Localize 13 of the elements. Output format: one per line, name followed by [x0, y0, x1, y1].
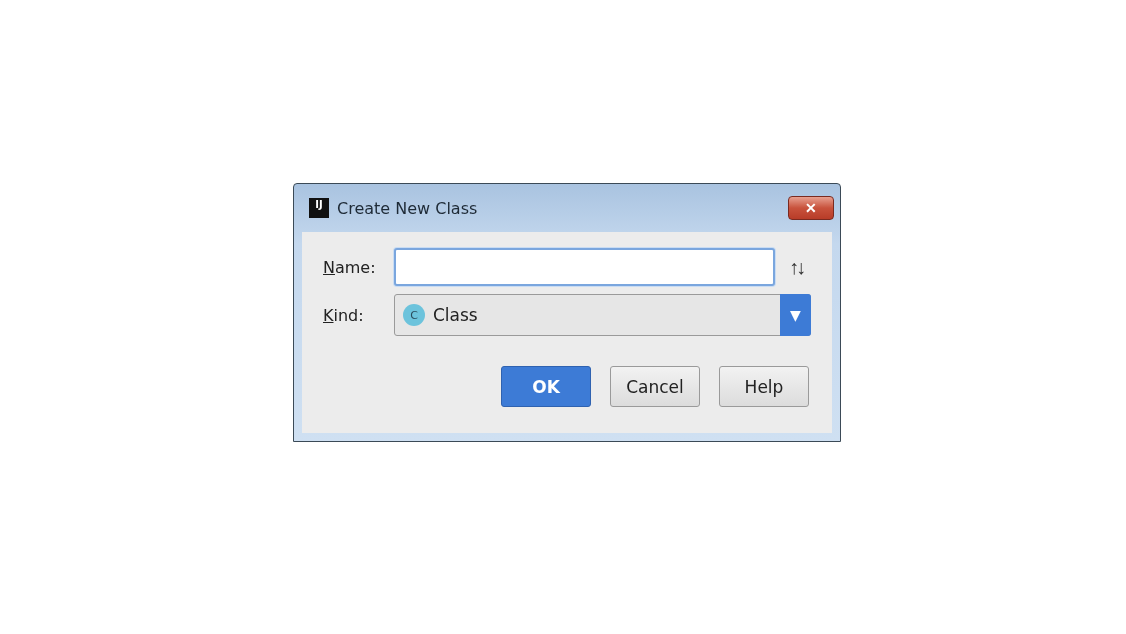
dialog-button[interactable]: Cancel	[610, 366, 700, 407]
dialog-button[interactable]: Help	[719, 366, 809, 407]
field-label: Kind:	[323, 305, 365, 325]
window-title: Create New Class	[337, 198, 479, 218]
sort-button[interactable]: ↑↓	[789, 255, 803, 279]
app-logo-icon: IJ	[309, 198, 329, 218]
kind-dropdown[interactable]: C Class ▼	[394, 294, 811, 336]
name-field[interactable]	[394, 248, 775, 286]
close-button[interactable]: ✕	[788, 196, 834, 220]
ok-button[interactable]: OK	[501, 366, 591, 407]
field-label: Name:	[323, 257, 377, 277]
class-icon: C	[403, 304, 425, 326]
dropdown-value: Class	[433, 305, 479, 325]
